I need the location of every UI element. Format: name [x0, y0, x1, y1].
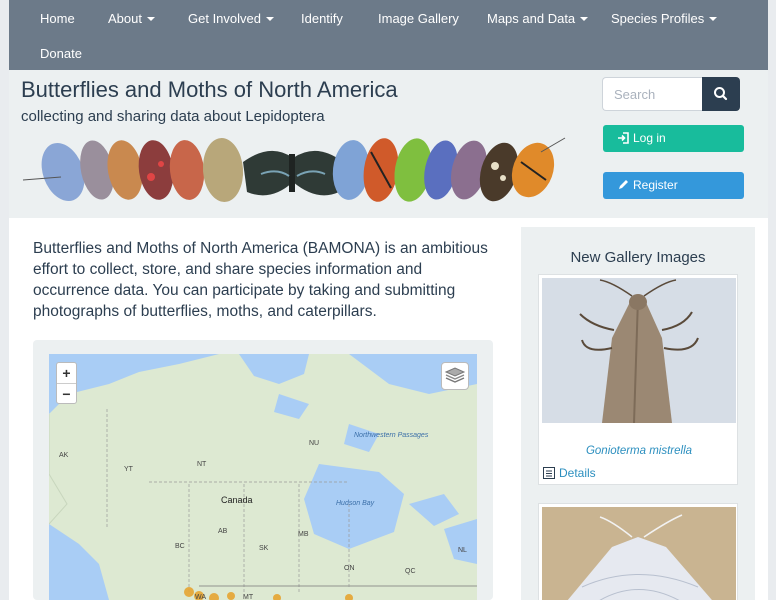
top-navbar: Home About Get Involved Identify Image G…	[9, 0, 768, 70]
moth-photo	[542, 507, 736, 600]
site-header: Butterflies and Moths of North America c…	[9, 70, 768, 218]
map-label-ak: AK	[59, 452, 69, 459]
map-label-mb: MB	[298, 531, 309, 538]
nav-about-label: About	[108, 11, 142, 26]
map-label-bc: BC	[175, 543, 185, 550]
nav-species-profiles[interactable]: Species Profiles	[611, 11, 718, 26]
nav-maps-and-data-label: Maps and Data	[487, 11, 576, 26]
butterfly-banner-image	[22, 137, 566, 202]
search-input[interactable]: Search	[602, 77, 702, 111]
details-label: Details	[559, 466, 596, 480]
nav-donate[interactable]: Donate	[40, 46, 82, 61]
page-frame: Home About Get Involved Identify Image G…	[9, 0, 768, 600]
map-label-nt: NT	[197, 461, 207, 468]
moth-photo	[542, 278, 736, 423]
search-icon	[714, 87, 728, 101]
login-label: Log in	[633, 131, 666, 145]
map-label-on: ON	[344, 565, 355, 572]
nav-home[interactable]: Home	[40, 11, 75, 26]
gallery-card[interactable]: Gonioterma mistrella Details	[538, 274, 738, 485]
login-button[interactable]: Log in	[603, 125, 744, 152]
map-label-ab: AB	[218, 528, 228, 535]
zoom-control: + −	[56, 362, 77, 404]
gallery-caption[interactable]: Gonioterma mistrella	[539, 445, 739, 457]
zoom-in-button[interactable]: +	[57, 363, 76, 383]
map-tiles	[49, 354, 477, 600]
nav-species-profiles-label: Species Profiles	[611, 11, 705, 26]
map-label-sk: SK	[259, 545, 269, 552]
map-label-wa: WA	[195, 594, 207, 600]
site-title[interactable]: Butterflies and Moths of North America	[21, 77, 398, 103]
sightings-map[interactable]: AK YT NT NU Northwestern Passages Canada…	[49, 354, 477, 600]
map-label-mt: MT	[243, 594, 254, 600]
nav-image-gallery[interactable]: Image Gallery	[378, 11, 459, 26]
details-link[interactable]: Details	[543, 466, 596, 480]
gallery-card[interactable]	[538, 503, 738, 600]
pencil-icon	[619, 180, 628, 189]
map-label-canada: Canada	[221, 495, 253, 505]
sign-in-icon	[618, 132, 629, 144]
layers-icon	[444, 367, 466, 383]
register-button[interactable]: Register	[603, 172, 744, 199]
zoom-out-button[interactable]: −	[57, 383, 76, 403]
map-label-northwestern-passages: Northwestern Passages	[354, 432, 429, 439]
nav-identify[interactable]: Identify	[301, 11, 343, 26]
chevron-down-icon	[709, 17, 718, 21]
site-subtitle: collecting and sharing data about Lepido…	[21, 108, 325, 125]
map-label-nu: NU	[309, 440, 320, 447]
map-label-yt: YT	[124, 466, 133, 473]
register-label: Register	[633, 178, 678, 192]
nav-get-involved-label: Get Involved	[188, 11, 261, 26]
map-label-qc: QC	[405, 568, 416, 575]
nav-about[interactable]: About	[108, 11, 155, 26]
intro-paragraph: Butterflies and Moths of North America (…	[33, 240, 488, 320]
layers-button[interactable]	[441, 362, 469, 390]
gallery-sidebar: New Gallery Images Gonioterma mistrella	[521, 227, 755, 600]
search-button[interactable]	[702, 77, 740, 111]
nav-maps-and-data[interactable]: Maps and Data	[487, 11, 589, 26]
nav-get-involved[interactable]: Get Involved	[188, 11, 274, 26]
map-label-hudson-bay: Hudson Bay	[336, 500, 375, 507]
chevron-down-icon	[580, 17, 589, 21]
chevron-down-icon	[266, 17, 274, 21]
map-label-nl: NL	[458, 547, 467, 554]
gallery-title: New Gallery Images	[570, 249, 706, 266]
chevron-down-icon	[146, 17, 155, 21]
list-icon	[543, 467, 555, 479]
